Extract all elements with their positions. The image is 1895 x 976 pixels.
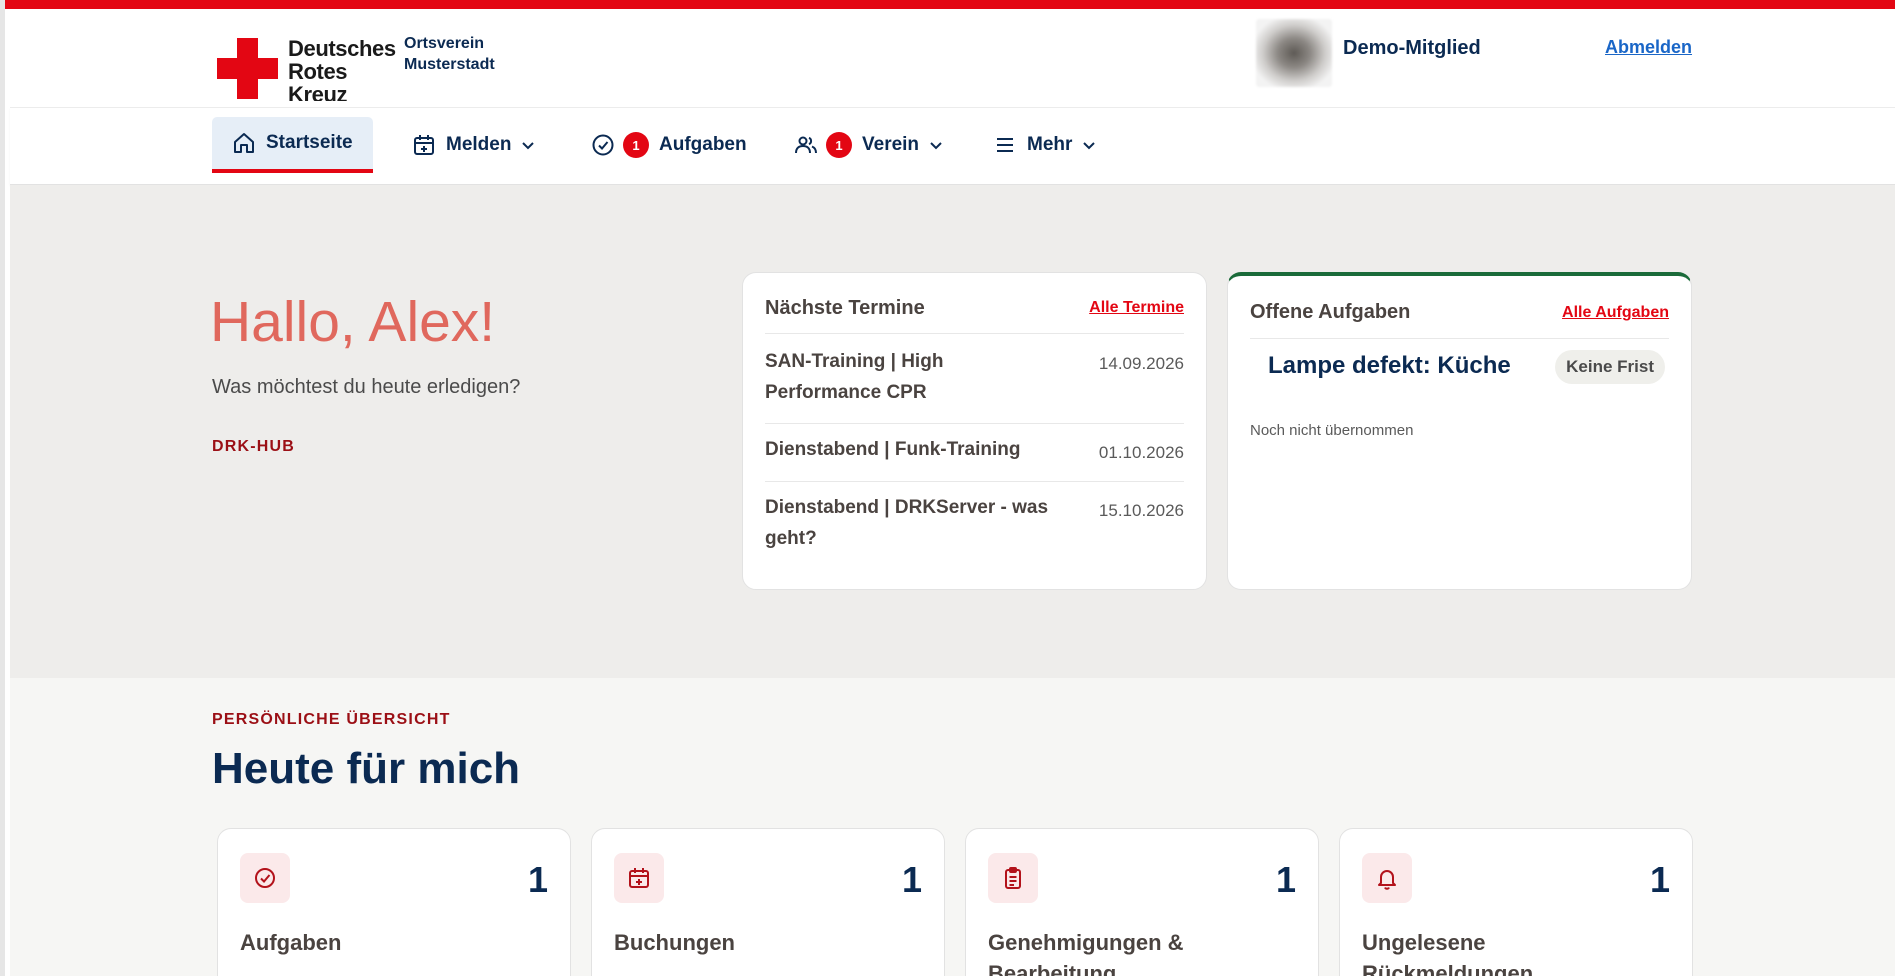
event-date: 15.10.2026	[1098, 501, 1184, 520]
divider	[765, 333, 1184, 334]
deadline-badge: Keine Frist	[1555, 350, 1665, 384]
user-name: Demo-Mitglied	[1343, 37, 1481, 59]
chevron-down-icon	[522, 142, 535, 150]
stat-label: Ungelesene Rückmeldungen	[1362, 930, 1534, 976]
calendar-plus-icon	[414, 135, 434, 155]
avatar[interactable]	[1256, 19, 1332, 87]
users-icon	[795, 136, 817, 154]
main-navigation: Startseite Melden 1 Aufgaben 1 Verein Me…	[10, 108, 1895, 185]
divider	[765, 481, 1184, 482]
nav-item-report[interactable]: Melden	[412, 117, 535, 173]
drk-logo[interactable]: Deutsches Rotes Kreuz	[217, 29, 407, 101]
event-date: 01.10.2026	[1098, 443, 1184, 462]
chevron-down-icon	[1083, 142, 1096, 150]
stat-label: Aufgaben	[240, 930, 342, 955]
hero-eyebrow: DRK-HUB	[212, 438, 296, 455]
nav-label: Verein	[862, 134, 920, 155]
red-cross-icon	[217, 38, 278, 99]
nav-label: Startseite	[266, 132, 353, 153]
stat-card-bookings[interactable]: 1 Buchungen	[591, 828, 945, 976]
hero-title: Hallo, Alex!	[210, 290, 496, 354]
hero-subtitle: Was möchtest du heute erledigen?	[212, 376, 521, 398]
events-card-title: Nächste Termine	[765, 297, 925, 319]
stat-card-tasks[interactable]: 1 Aufgaben	[217, 828, 571, 976]
site-header: Deutsches Rotes Kreuz	[10, 9, 1895, 108]
task-status: Noch nicht übernommen	[1250, 422, 1414, 439]
clipboard-icon	[988, 853, 1038, 903]
nav-item-more[interactable]: Mehr	[993, 117, 1096, 173]
event-title: Dienstabend | Funk-Training	[765, 439, 1021, 460]
stat-count: 1	[1649, 859, 1670, 900]
menu-icon	[997, 138, 1013, 152]
open-tasks-card: Offene Aufgaben Alle Aufgaben Lampe defe…	[1227, 272, 1692, 590]
stat-card-approvals[interactable]: 1 Genehmigungen & Bearbeitung	[965, 828, 1319, 976]
stat-count: 1	[527, 859, 548, 900]
nav-item-tasks[interactable]: 1 Aufgaben	[591, 117, 747, 173]
nav-label: Mehr	[1027, 134, 1073, 155]
nav-item-home[interactable]: Startseite	[212, 117, 373, 173]
stat-count: 1	[901, 859, 922, 900]
notification-badge: 1	[826, 132, 852, 158]
tasks-card-title: Offene Aufgaben	[1250, 301, 1411, 323]
home-icon	[234, 133, 254, 153]
upcoming-events-card: Nächste Termine Alle Termine SAN-Trainin…	[742, 272, 1207, 590]
stat-count: 1	[1275, 859, 1296, 900]
check-circle-icon	[240, 853, 290, 903]
event-date: 14.09.2026	[1098, 354, 1184, 373]
stat-label: Buchungen	[614, 930, 735, 955]
stat-card-feedback[interactable]: 1 Ungelesene Rückmeldungen	[1339, 828, 1693, 976]
event-title: SAN-Training | High Performance CPR	[765, 351, 944, 403]
all-events-link[interactable]: Alle Termine	[1089, 299, 1184, 317]
bell-icon	[1362, 853, 1412, 903]
nav-label: Aufgaben	[659, 134, 747, 155]
event-title: Dienstabend | DRKServer - was geht?	[765, 497, 1049, 549]
organization-name: Ortsverein Musterstadt	[404, 35, 495, 73]
chevron-down-icon	[930, 142, 942, 150]
logout-link[interactable]: Abmelden	[1605, 37, 1692, 58]
divider	[1250, 338, 1669, 339]
notification-badge: 1	[623, 132, 649, 158]
calendar-plus-icon	[614, 853, 664, 903]
nav-item-club[interactable]: 1 Verein	[794, 117, 943, 173]
page: Deutsches Rotes Kreuz Ortsverein Musters…	[0, 0, 1895, 976]
all-tasks-link[interactable]: Alle Aufgaben	[1562, 304, 1669, 322]
nav-label: Melden	[446, 134, 512, 155]
task-title: Lampe defekt: Küche	[1268, 352, 1511, 379]
overview-title: Heute für mich	[212, 744, 521, 793]
top-accent-bar	[5, 0, 1895, 9]
stat-label: Genehmigungen & Bearbeitung	[988, 930, 1184, 976]
divider	[765, 423, 1184, 424]
check-circle-icon	[592, 134, 614, 156]
logo-wordmark: Deutsches Rotes Kreuz	[288, 36, 396, 101]
overview-eyebrow: PERSÖNLICHE ÜBERSICHT	[212, 711, 451, 728]
